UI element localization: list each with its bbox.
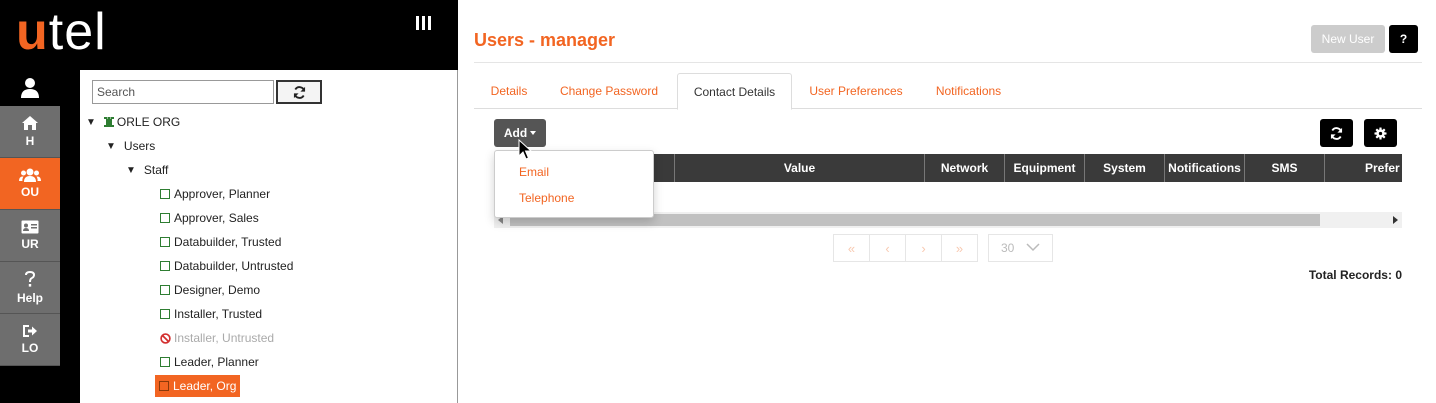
menu-item-email[interactable]: Email [519, 165, 549, 179]
tab-details[interactable]: Details [474, 73, 544, 109]
column-header[interactable]: Value [675, 154, 925, 182]
logout-icon [23, 325, 37, 337]
column-header[interactable]: Prefer [1325, 154, 1402, 182]
tree-node-user[interactable]: Installer, Trusted [160, 304, 262, 324]
tab-user-preferences[interactable]: User Preferences [800, 73, 912, 109]
nav-user-roles-label: UR [21, 237, 39, 251]
expand-triangle-icon[interactable]: ▼ [106, 141, 116, 152]
refresh-icon [293, 85, 305, 99]
nav-help[interactable]: Help [0, 262, 60, 314]
grid-refresh-button[interactable] [1320, 119, 1353, 147]
page-size-value: 30 [1001, 241, 1015, 255]
utel-logo: utel [16, 3, 107, 61]
tree-node-users[interactable]: ▼ Users [106, 136, 155, 156]
nav-home-label: H [25, 134, 35, 148]
checkbox-icon[interactable] [160, 357, 170, 367]
tree-node-label: Leader, Org [173, 379, 237, 393]
column-header[interactable]: System [1085, 154, 1165, 182]
top-bar: utel [0, 0, 458, 70]
tree-node-label: Databuilder, Trusted [174, 235, 282, 249]
org-tree-panel: ▼ ORLE ORG ▼ Users ▼ Staff Approver, Pla… [80, 70, 458, 403]
tree-node-label: Installer, Trusted [174, 307, 263, 321]
tab-bar: Details Change Password Contact Details … [474, 73, 1422, 110]
tree-node-staff[interactable]: ▼ Staff [126, 160, 168, 180]
tree-node-user-disabled[interactable]: Installer, Untrusted [160, 328, 274, 348]
refresh-icon [1330, 126, 1343, 140]
page-title: Users - manager [474, 30, 616, 50]
nav-help-label: Help [16, 291, 43, 305]
menu-item-telephone[interactable]: Telephone [519, 191, 574, 205]
users-icon [19, 168, 41, 182]
checkbox-icon[interactable] [159, 381, 169, 391]
tab-contact-details[interactable]: Contact Details [677, 73, 792, 110]
page-size-select[interactable]: 30 [988, 234, 1053, 262]
first-page-button[interactable]: « [833, 234, 870, 262]
tree-node-user[interactable]: Designer, Demo [160, 280, 260, 300]
checkbox-icon[interactable] [160, 189, 170, 199]
home-icon [22, 116, 38, 130]
tree-node-user[interactable]: Leader, Planner [160, 352, 259, 372]
caret-down-icon [530, 131, 537, 135]
org-icon [103, 117, 114, 127]
column-header[interactable]: Network [925, 154, 1005, 182]
side-nav: H OU UR Help LO [0, 70, 80, 403]
checkbox-icon[interactable] [160, 285, 170, 295]
next-page-button[interactable]: › [905, 234, 942, 262]
nav-logout-label: LO [21, 341, 39, 355]
last-page-button[interactable]: » [941, 234, 978, 262]
new-user-button[interactable]: New User [1311, 25, 1385, 53]
app-window: utel H OU UR Help LO Search ▼ ORLE ORG ▼… [0, 0, 1436, 403]
tree-node-label: Staff [143, 163, 169, 177]
column-header[interactable]: Equipment [1005, 154, 1085, 182]
tree-node-label: Designer, Demo [174, 283, 261, 297]
prev-page-button[interactable]: ‹ [869, 234, 906, 262]
collapse-menu-icon[interactable] [416, 16, 432, 34]
scroll-right-icon[interactable] [1393, 216, 1398, 224]
gear-icon [1374, 126, 1387, 140]
checkbox-icon[interactable] [160, 261, 170, 271]
tree-node-label: Approver, Planner [174, 187, 271, 201]
checkbox-icon[interactable] [160, 309, 170, 319]
tree-node-label: Leader, Planner [174, 355, 259, 369]
tree-node-user[interactable]: Approver, Sales [160, 208, 259, 228]
disabled-icon [160, 332, 171, 344]
user-icon[interactable] [0, 70, 60, 106]
add-label: Add [503, 126, 528, 140]
expand-triangle-icon[interactable]: ▼ [86, 117, 96, 128]
nav-user-roles[interactable]: UR [0, 210, 60, 262]
tree-search-input[interactable] [92, 80, 274, 104]
tree-node-label: Users [123, 139, 156, 153]
tree-node-user[interactable]: Databuilder, Untrusted [160, 256, 293, 276]
tab-notifications[interactable]: Notifications [924, 73, 1013, 109]
nav-org-units[interactable]: OU [0, 158, 60, 210]
tree-node-user-selected[interactable]: Leader, Org [155, 375, 241, 397]
help-button[interactable]: ? [1389, 25, 1418, 53]
id-card-icon [21, 220, 39, 234]
total-records: Total Records: 0 [1308, 268, 1402, 282]
checkbox-icon[interactable] [160, 213, 170, 223]
mouse-cursor-icon [518, 139, 532, 160]
tree-node-user[interactable]: Databuilder, Trusted [160, 232, 281, 252]
question-icon [25, 271, 35, 287]
checkbox-icon[interactable] [160, 237, 170, 247]
tab-change-password[interactable]: Change Password [550, 73, 668, 109]
grid-settings-button[interactable] [1364, 119, 1397, 147]
tree-node-org[interactable]: ▼ ORLE ORG [86, 112, 180, 132]
chevron-down-icon [1026, 243, 1040, 252]
pager: « ‹ › » [833, 234, 978, 262]
nav-org-units-label: OU [21, 185, 39, 199]
nav-logout[interactable]: LO [0, 314, 60, 366]
tree-node-label: Databuilder, Untrusted [174, 259, 294, 273]
tree-node-label: ORLE ORG [116, 115, 181, 129]
divider [474, 62, 1422, 63]
column-header[interactable]: SMS [1245, 154, 1325, 182]
tree-refresh-button[interactable] [276, 80, 322, 104]
column-header[interactable]: Notifications [1165, 154, 1245, 182]
tree-node-label: Installer, Untrusted [174, 331, 275, 345]
expand-triangle-icon[interactable]: ▼ [126, 165, 136, 176]
tree-node-label: Approver, Sales [174, 211, 259, 225]
tree-node-user[interactable]: Approver, Planner [160, 184, 270, 204]
nav-home[interactable]: H [0, 106, 60, 158]
